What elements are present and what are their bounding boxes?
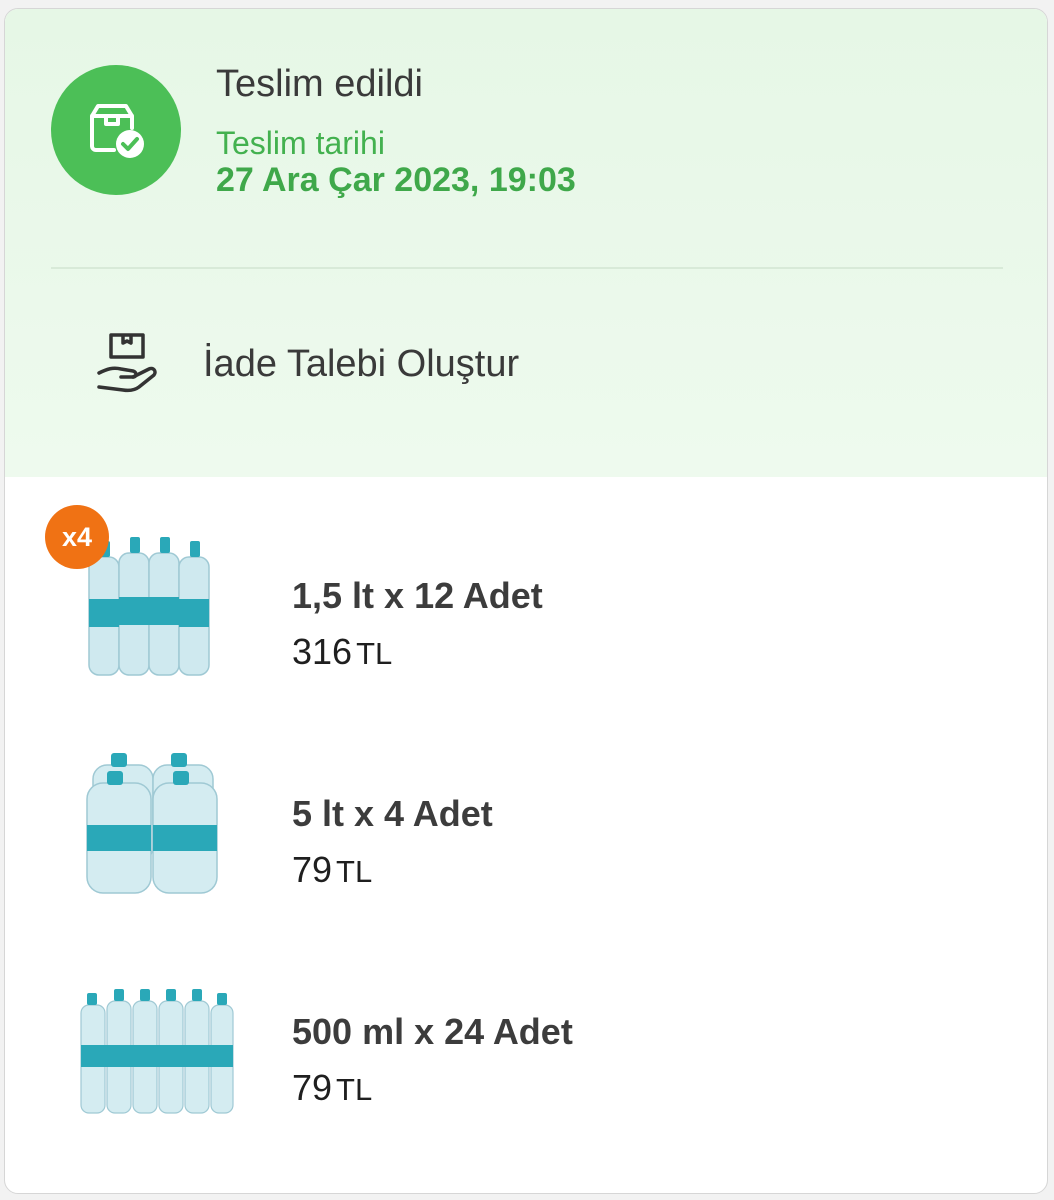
item-price: 79 TL bbox=[292, 1067, 372, 1109]
create-return-request-button[interactable]: İade Talebi Oluştur bbox=[51, 309, 1003, 419]
divider bbox=[51, 267, 1003, 269]
create-return-request-label: İade Talebi Oluştur bbox=[203, 342, 520, 385]
delivery-status-section: Teslim edildi Teslim tarihi 27 Ara Çar 2… bbox=[5, 9, 1047, 477]
item-price: 79 TL bbox=[292, 849, 372, 891]
list-item[interactable]: 5 lt x 4 Adet 79 TL bbox=[5, 735, 1047, 925]
item-price-currency: TL bbox=[356, 636, 393, 671]
item-price-value: 316 bbox=[292, 631, 353, 672]
order-card: Teslim edildi Teslim tarihi 27 Ara Çar 2… bbox=[4, 8, 1048, 1194]
delivered-status-icon bbox=[51, 65, 181, 195]
water-pack-500ml-icon bbox=[80, 989, 234, 1114]
delivery-date: 27 Ara Çar 2023, 19:03 bbox=[216, 161, 576, 199]
box-check-icon bbox=[90, 104, 144, 158]
item-price-currency: TL bbox=[336, 854, 373, 889]
list-item[interactable]: x4 1,5 lt x 12 Adet 316 TL bbox=[5, 505, 1047, 707]
water-pack-5l-icon bbox=[86, 753, 218, 894]
return-package-hand-icon bbox=[97, 333, 157, 393]
quantity-badge: x4 bbox=[45, 505, 109, 569]
delivery-date-label: Teslim tarihi bbox=[216, 125, 385, 161]
item-name: 1,5 lt x 12 Adet bbox=[292, 575, 543, 616]
item-price: 316 TL bbox=[292, 631, 392, 673]
item-price-value: 79 bbox=[292, 1067, 333, 1108]
item-price-currency: TL bbox=[336, 1072, 373, 1107]
status-title: Teslim edildi bbox=[216, 63, 423, 105]
item-name: 500 ml x 24 Adet bbox=[292, 1011, 573, 1052]
item-name: 5 lt x 4 Adet bbox=[292, 793, 493, 834]
item-price-value: 79 bbox=[292, 849, 333, 890]
list-item[interactable]: 500 ml x 24 Adet 79 TL bbox=[5, 953, 1047, 1143]
